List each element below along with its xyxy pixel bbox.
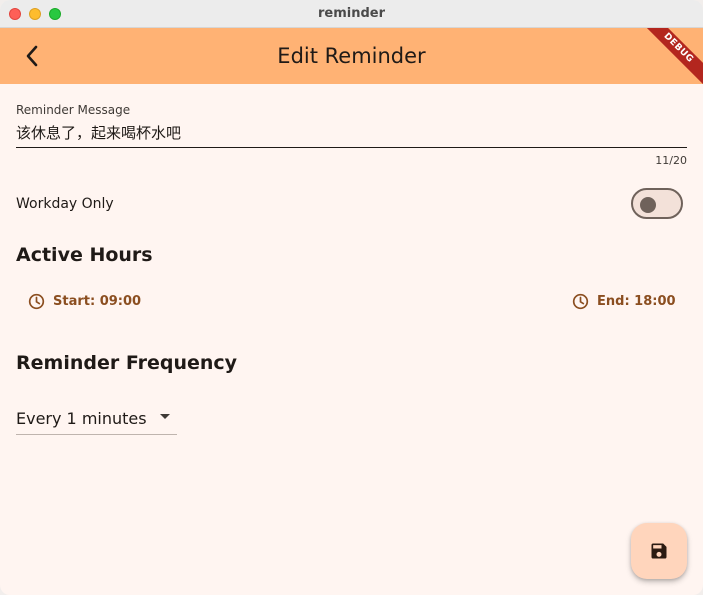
frequency-selected-value: Every 1 minutes [16, 409, 147, 428]
toggle-thumb [640, 197, 656, 213]
start-time-button[interactable]: Start: 09:00 [28, 291, 141, 311]
clock-icon [572, 293, 589, 309]
app-window: reminder Edit Reminder DEBUG Reminder Me… [0, 0, 703, 595]
start-time-label: Start: 09:00 [53, 293, 142, 309]
save-icon [651, 543, 667, 559]
app-bar: Edit Reminder DEBUG [0, 28, 703, 84]
frequency-dropdown[interactable]: Every 1 minutes [16, 404, 177, 435]
reminder-frequency-heading: Reminder Frequency [16, 352, 238, 374]
dropdown-arrow-icon [160, 414, 170, 419]
workday-only-label: Workday Only [16, 196, 114, 212]
message-character-counter: 11/20 [655, 154, 687, 167]
page-title: Edit Reminder [277, 44, 426, 68]
message-field-label: Reminder Message [16, 103, 131, 117]
message-input-underline [16, 147, 687, 148]
clock-icon [28, 293, 45, 309]
workday-only-toggle[interactable] [631, 188, 683, 219]
edit-form: Reminder Message 该休息了，起来喝杯水吧 11/20 Workd… [0, 84, 703, 595]
end-time-label: End: 18:00 [597, 293, 676, 309]
active-hours-heading: Active Hours [16, 244, 153, 266]
save-button[interactable] [631, 523, 687, 579]
window-title: reminder [317, 6, 386, 21]
message-input[interactable]: 该休息了，起来喝杯水吧 [16, 122, 181, 143]
window-titlebar: reminder [0, 0, 703, 28]
end-time-button[interactable]: End: 18:00 [572, 291, 676, 311]
